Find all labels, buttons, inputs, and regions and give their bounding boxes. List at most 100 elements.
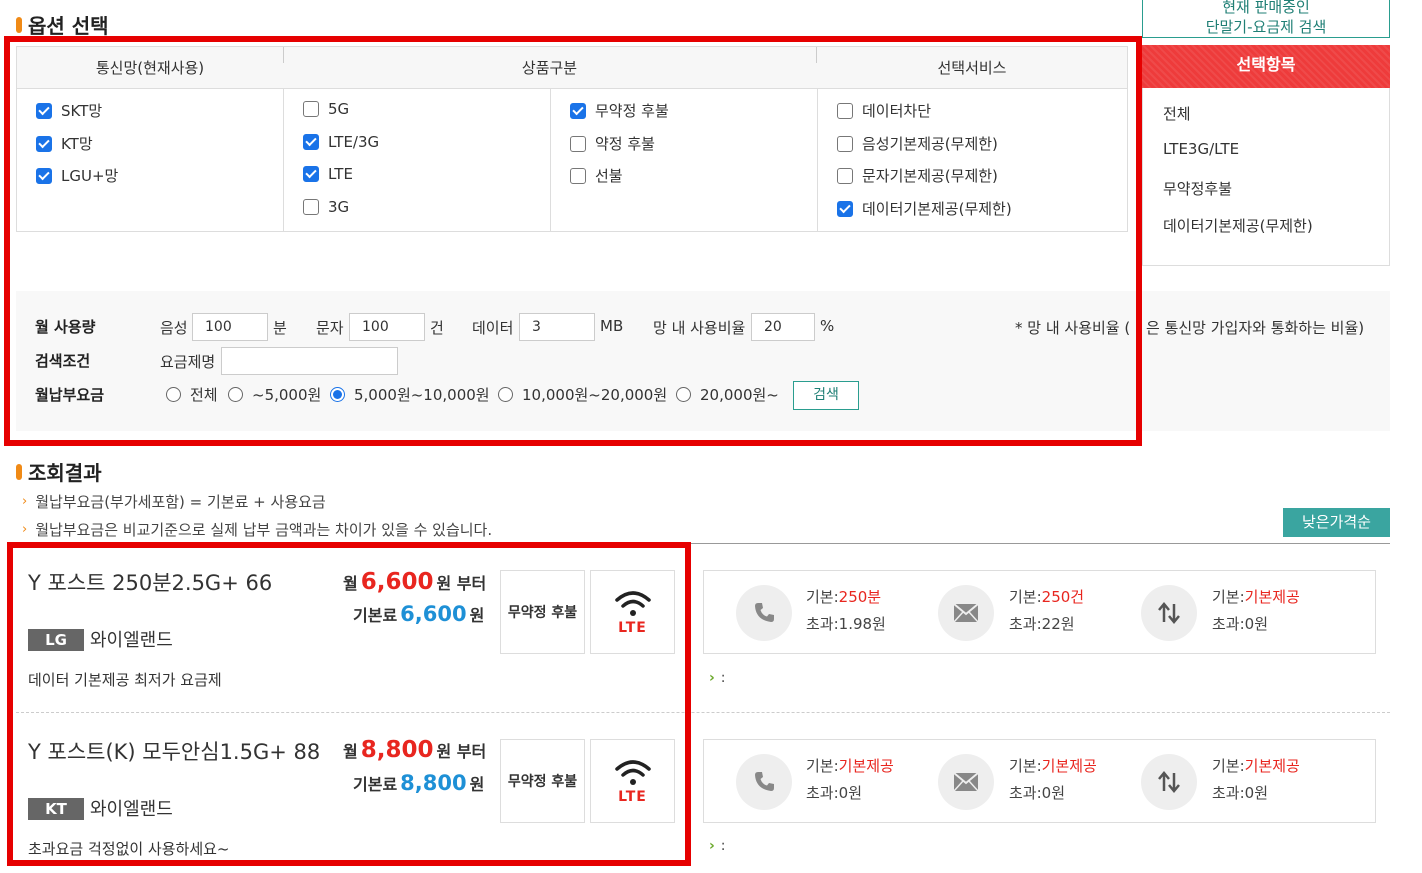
- mail-icon: [938, 754, 994, 810]
- current-sale-search-button[interactable]: 현재 판매중인 단말기-요금제 검색: [1142, 0, 1390, 38]
- voice-usage: 기본:250분 초과:1.98원: [806, 584, 886, 638]
- checkbox-box[interactable]: [837, 102, 853, 119]
- selected-item: 데이터기본제공(무제한): [1163, 217, 1313, 235]
- checkbox-box[interactable]: [837, 135, 853, 152]
- checkbox-network-kt[interactable]: KT망: [36, 133, 93, 154]
- checkbox-type-prepaid[interactable]: 선불: [570, 165, 623, 186]
- base-label: 기본:: [806, 757, 839, 775]
- checkbox-box[interactable]: [570, 167, 586, 184]
- base-prefix: 기본료: [353, 606, 398, 625]
- search-button[interactable]: 검색: [793, 381, 859, 410]
- radio-circle[interactable]: [228, 387, 243, 402]
- contract-type-tag: 무약정 후불: [500, 739, 585, 823]
- checkbox-label: LTE/3G: [328, 133, 380, 151]
- network-tag: LTE: [590, 570, 675, 654]
- checkbox-box[interactable]: [303, 166, 319, 182]
- section-bullet-icon: [16, 463, 22, 480]
- plan-name[interactable]: Y 포스트 250분2.5G+ 66: [28, 567, 272, 597]
- results-title-text: 조회결과: [28, 461, 102, 485]
- carrier-badge: KT: [28, 798, 84, 820]
- month-suffix: 원 부터: [436, 574, 487, 593]
- option-table: 통신망(현재사용) 상품구분 선택서비스 SKT망 KT망 LGU+망 5G L…: [16, 46, 1128, 232]
- data-input[interactable]: 3: [519, 313, 595, 341]
- base-price-value: 8,800: [400, 771, 467, 795]
- checkbox-product-5g[interactable]: 5G: [303, 100, 349, 118]
- voice-over-value: 초과:0원: [806, 784, 862, 802]
- sms-input[interactable]: 100: [349, 313, 425, 341]
- voice-input[interactable]: 100: [192, 313, 268, 341]
- plan-month-price: 월 8,800 원 부터: [343, 737, 486, 763]
- checkbox-network-lgu[interactable]: LGU+망: [36, 165, 118, 186]
- sort-low-price-button[interactable]: 낮은가격순: [1283, 508, 1390, 537]
- plan-name[interactable]: Y 포스트(K) 모두안심1.5G+ 88: [28, 736, 320, 766]
- data-usage: 기본:기본제공 초과:0원: [1212, 584, 1300, 638]
- checkbox-label: 데이터기본제공(무제한): [862, 200, 1012, 218]
- plan-name-label: 요금제명: [160, 353, 216, 371]
- checkbox-type-contract[interactable]: 약정 후불: [570, 133, 655, 154]
- data-label: 데이터: [472, 319, 514, 337]
- option-table-header: 통신망(현재사용) 상품구분 선택서비스: [17, 47, 1127, 89]
- checkbox-type-no-contract[interactable]: 무약정 후불: [570, 100, 669, 121]
- checkbox-product-lte3g[interactable]: LTE/3G: [303, 133, 379, 151]
- checkbox-box[interactable]: [36, 167, 52, 184]
- header-service: 선택서비스: [937, 59, 1007, 77]
- voice-label: 음성: [160, 319, 188, 337]
- checkbox-service-sms-unlimited[interactable]: 문자기본제공(무제한): [837, 165, 998, 186]
- radio-fee-10000-20000[interactable]: 10,000원~20,000원: [498, 384, 667, 405]
- checkbox-service-voice-unlimited[interactable]: 음성기본제공(무제한): [837, 133, 998, 154]
- base-prefix: 기본료: [353, 775, 398, 794]
- voice-usage: 기본:기본제공 초과:0원: [806, 753, 894, 807]
- voice-unit: 분: [273, 319, 287, 337]
- radio-fee-all[interactable]: 전체: [166, 384, 218, 405]
- results-divider: [16, 543, 1390, 544]
- base-label: 기본:: [1009, 588, 1042, 606]
- radio-circle[interactable]: [676, 387, 691, 402]
- checkbox-label: KT망: [61, 135, 93, 153]
- ratio-input[interactable]: 20: [751, 313, 815, 341]
- phone-icon: [736, 585, 792, 641]
- checkbox-label: 약정 후불: [595, 135, 655, 153]
- radio-fee-over-20000[interactable]: 20,000원~: [676, 384, 779, 405]
- checkbox-product-3g[interactable]: 3G: [303, 198, 349, 216]
- checkbox-service-data-unlimited[interactable]: 데이터기본제공(무제한): [837, 198, 1012, 219]
- carrier-badge: LG: [28, 629, 84, 651]
- plan-base-price: 기본료 6,600 원: [353, 602, 484, 626]
- radio-fee-5000-10000[interactable]: 5,000원~10,000원: [330, 384, 490, 405]
- checkbox-box[interactable]: [303, 134, 319, 150]
- checkbox-service-data-block[interactable]: 데이터차단: [837, 100, 931, 121]
- plan-footer-text: :: [720, 670, 726, 686]
- plan-name-input[interactable]: [221, 347, 398, 375]
- month-price-value: 6,600: [360, 569, 434, 595]
- checkbox-box[interactable]: [837, 200, 853, 217]
- checkbox-box[interactable]: [303, 101, 319, 117]
- selected-items-header: 선택항목: [1142, 45, 1390, 88]
- base-label: 기본:: [1212, 757, 1245, 775]
- voice-base-value: 250분: [838, 588, 882, 606]
- radio-circle[interactable]: [166, 387, 181, 402]
- radio-circle[interactable]: [498, 387, 513, 402]
- checkbox-box[interactable]: [36, 135, 52, 152]
- radio-fee-under-5000[interactable]: ~5,000원: [228, 384, 321, 405]
- note-line: › 월납부요금(부가세포함) = 기본료 + 사용요금: [22, 491, 326, 512]
- carrier-name: 와이엘랜드: [90, 630, 173, 651]
- checkbox-box[interactable]: [36, 102, 52, 119]
- base-suffix: 원: [469, 775, 485, 794]
- checkbox-box[interactable]: [303, 199, 319, 215]
- plan-footer-text: :: [720, 838, 726, 854]
- checkbox-box[interactable]: [570, 102, 586, 119]
- note-line: › 월납부요금은 비교기준으로 실제 납부 금액과는 차이가 있을 수 있습니다.: [22, 519, 492, 540]
- data-over-value: 초과:0원: [1212, 615, 1268, 633]
- radio-circle[interactable]: [330, 387, 345, 402]
- sms-usage: 기본:기본제공 초과:0원: [1009, 753, 1097, 807]
- checkbox-box[interactable]: [570, 135, 586, 152]
- checkbox-box[interactable]: [837, 167, 853, 184]
- checkbox-label: LTE: [328, 165, 353, 183]
- sms-unit: 건: [430, 319, 444, 337]
- checkbox-label: 문자기본제공(무제한): [862, 167, 998, 185]
- base-price-value: 6,600: [400, 602, 467, 626]
- checkbox-product-lte[interactable]: LTE: [303, 165, 353, 183]
- checkbox-network-skt[interactable]: SKT망: [36, 100, 102, 121]
- wifi-icon: [614, 760, 651, 785]
- arrow-right-icon: ›: [709, 670, 715, 686]
- data-transfer-icon: [1141, 754, 1197, 810]
